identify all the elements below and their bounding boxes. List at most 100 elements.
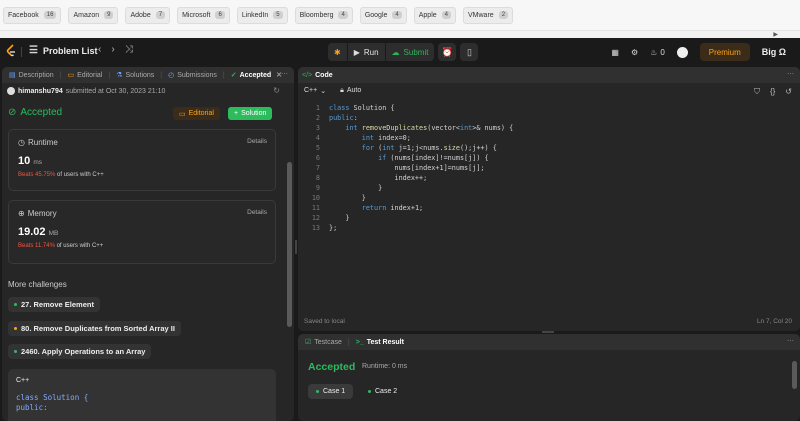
fire-icon: ♨ <box>650 47 658 57</box>
list-icon: ☰ <box>29 45 38 56</box>
company-tag[interactable]: LinkedIn 5 <box>236 6 288 24</box>
book-icon: ▭ <box>179 110 186 118</box>
company-tag[interactable]: Amazon 9 <box>68 6 119 24</box>
language-select[interactable]: C++ ⌄ <box>304 87 326 95</box>
company-tag[interactable]: Facebook 16 <box>3 6 62 24</box>
tags-scrollbar[interactable]: ▶ <box>0 30 800 38</box>
vertical-resize-handle[interactable] <box>295 240 297 254</box>
run-button[interactable]: ▶ Run <box>347 43 386 61</box>
debug-button[interactable]: ✱ <box>328 43 348 61</box>
post-solution-button[interactable]: + Solution <box>228 107 273 120</box>
code-editor[interactable]: 1 class Solution {2 public: 3 int removeDup… <box>298 103 800 313</box>
runtime-details-link[interactable]: Details <box>247 138 267 145</box>
check-circle-icon: ⊘ <box>8 107 17 118</box>
prev-problem-icon[interactable]: ‹ <box>98 44 101 55</box>
scroll-right-icon[interactable]: ▶ <box>773 31 778 38</box>
username[interactable]: himanshu794 <box>18 88 63 95</box>
bookmark-icon[interactable]: ⛉ <box>754 87 760 97</box>
big-o-brand[interactable]: Big Ω <box>762 47 786 57</box>
company-tag[interactable]: Apple 4 <box>413 6 456 24</box>
cloud-upload-icon: ☁ <box>391 47 400 57</box>
left-scrollbar[interactable] <box>287 162 292 327</box>
tab-submissions[interactable]: ◴ Submissions <box>165 71 220 80</box>
problem-list-button[interactable]: ☰ Problem List <box>29 45 97 56</box>
challenge-link[interactable]: 80. Remove Duplicates from Sorted Array … <box>8 321 181 336</box>
braces-icon[interactable]: {} <box>770 87 775 97</box>
test-scrollbar[interactable] <box>792 361 797 389</box>
history-icon: ◴ <box>168 72 175 79</box>
challenge-link[interactable]: 27. Remove Element <box>8 297 100 312</box>
code-preview: C++ class Solution { public: <box>8 369 276 421</box>
check-icon: ✓ <box>230 72 237 79</box>
tab-description[interactable]: ▤ Description <box>6 71 57 80</box>
chip-icon: ⊕ <box>18 209 25 218</box>
shuffle-icon[interactable]: ⤨ <box>125 44 133 55</box>
memory-details-link[interactable]: Details <box>247 209 267 216</box>
terminal-icon: >_ <box>355 338 364 346</box>
memory-card[interactable]: ⊕ Memory Details 19.02 MB Beats 11.74% of… <box>8 200 276 264</box>
next-problem-icon[interactable]: › <box>111 44 114 55</box>
timer-button[interactable]: ⏰ <box>438 43 457 61</box>
submit-button[interactable]: ☁ Submit <box>385 43 435 61</box>
settings-icon[interactable]: ⚙ <box>631 48 638 57</box>
editorial-button[interactable]: ▭ Editorial <box>173 107 220 120</box>
clock-icon: ◷ <box>18 138 25 147</box>
company-tag[interactable]: Bloomberg 4 <box>294 6 353 24</box>
test-panel: ☑ Testcase | >_ Test Result ⋯ Accepted R… <box>298 334 800 421</box>
user-avatar[interactable] <box>7 87 15 95</box>
company-tag[interactable]: Google 4 <box>359 6 407 24</box>
case-tab-2[interactable]: Case 2 <box>360 384 405 399</box>
doc-icon: ▤ <box>9 72 16 79</box>
code-panel: </> Code ⋯ C++ ⌄ 🔒︎ Auto ⛉ {} ↺ 1 class S… <box>298 67 800 331</box>
tab-solutions[interactable]: ⚗ Solutions <box>113 71 157 80</box>
refresh-icon[interactable]: ↻ <box>273 86 280 95</box>
chevron-down-icon: ⌄ <box>320 88 327 95</box>
streak-counter[interactable]: ♨ 0 <box>650 48 665 57</box>
note-icon: ▯ <box>466 46 472 57</box>
avatar[interactable] <box>676 46 688 58</box>
company-tag[interactable]: Adobe 7 <box>125 6 171 24</box>
case-tab-1[interactable]: Case 1 <box>308 384 354 399</box>
tab-test-result[interactable]: >_ Test Result <box>353 339 407 346</box>
test-runtime: Runtime: 0 ms <box>362 363 408 370</box>
more-icon[interactable]: ⋯ <box>787 70 794 78</box>
left-tabs: ▤ Description | ▭ Editorial | ⚗ Solutions | ◴ Subm… <box>2 67 294 83</box>
code-preview-line: class Solution { <box>16 393 89 402</box>
code-icon: </> <box>302 71 313 79</box>
checkbox-icon: ☑ <box>305 339 312 346</box>
reset-icon[interactable]: ↺ <box>785 87 792 97</box>
horizontal-resize-handle[interactable] <box>542 331 554 333</box>
premium-button[interactable]: Premium <box>699 43 750 61</box>
plus-icon: + <box>234 110 239 117</box>
challenge-link[interactable]: 2460. Apply Operations to an Array <box>8 344 152 359</box>
layout-icon[interactable]: ▦ <box>611 48 619 57</box>
notes-button[interactable]: ▯ <box>460 43 479 61</box>
code-preview-line: public: <box>16 403 48 412</box>
submission-info: himanshu794 submitted at Oct 30, 2023 21… <box>2 83 294 99</box>
saved-status: Saved to local <box>304 318 345 325</box>
test-tabs: ☑ Testcase | >_ Test Result <box>298 334 800 350</box>
play-icon: ▶ <box>353 47 360 57</box>
company-tag[interactable]: Microsoft 6 <box>177 6 230 24</box>
test-status: Accepted <box>308 361 356 373</box>
left-panel: ▤ Description | ▭ Editorial | ⚗ Solutions | ◴ Subm… <box>2 67 294 421</box>
bug-icon: ✱ <box>334 47 341 57</box>
more-icon[interactable]: ⋯ <box>787 337 794 345</box>
top-nav: ☰ Problem List ‹ › ⤨ ✱ ▶ Run ☁ Submit ⏰ … <box>0 38 800 66</box>
alarm-icon: ⏰ <box>441 46 454 57</box>
autocomplete-toggle[interactable]: 🔒︎ Auto <box>340 87 361 95</box>
lock-icon: 🔒︎ <box>340 87 344 94</box>
tab-testcase[interactable]: ☑ Testcase <box>302 338 345 347</box>
more-icon[interactable]: ⋯ <box>281 70 288 78</box>
tab-editorial[interactable]: ▭ Editorial <box>64 71 105 80</box>
code-header: </> Code <box>298 67 800 83</box>
cursor-position: Ln 7, Col 20 <box>756 318 792 325</box>
leetcode-logo-icon[interactable] <box>6 44 16 58</box>
runtime-card[interactable]: ◷ Runtime Details 10 ms Beats 45.75% of u… <box>8 129 276 191</box>
company-tags-bar: Facebook 16 Amazon 9 Adobe 7 Microsoft 6 LinkedI… <box>0 0 800 30</box>
company-tag[interactable]: VMware 2 <box>463 6 514 24</box>
tab-accepted[interactable]: ✓ Accepted ✕ <box>228 71 285 80</box>
accepted-status: ⊘ Accepted <box>8 107 63 118</box>
book-icon: ▭ <box>67 72 75 79</box>
more-challenges-heading: More challenges <box>8 280 67 289</box>
